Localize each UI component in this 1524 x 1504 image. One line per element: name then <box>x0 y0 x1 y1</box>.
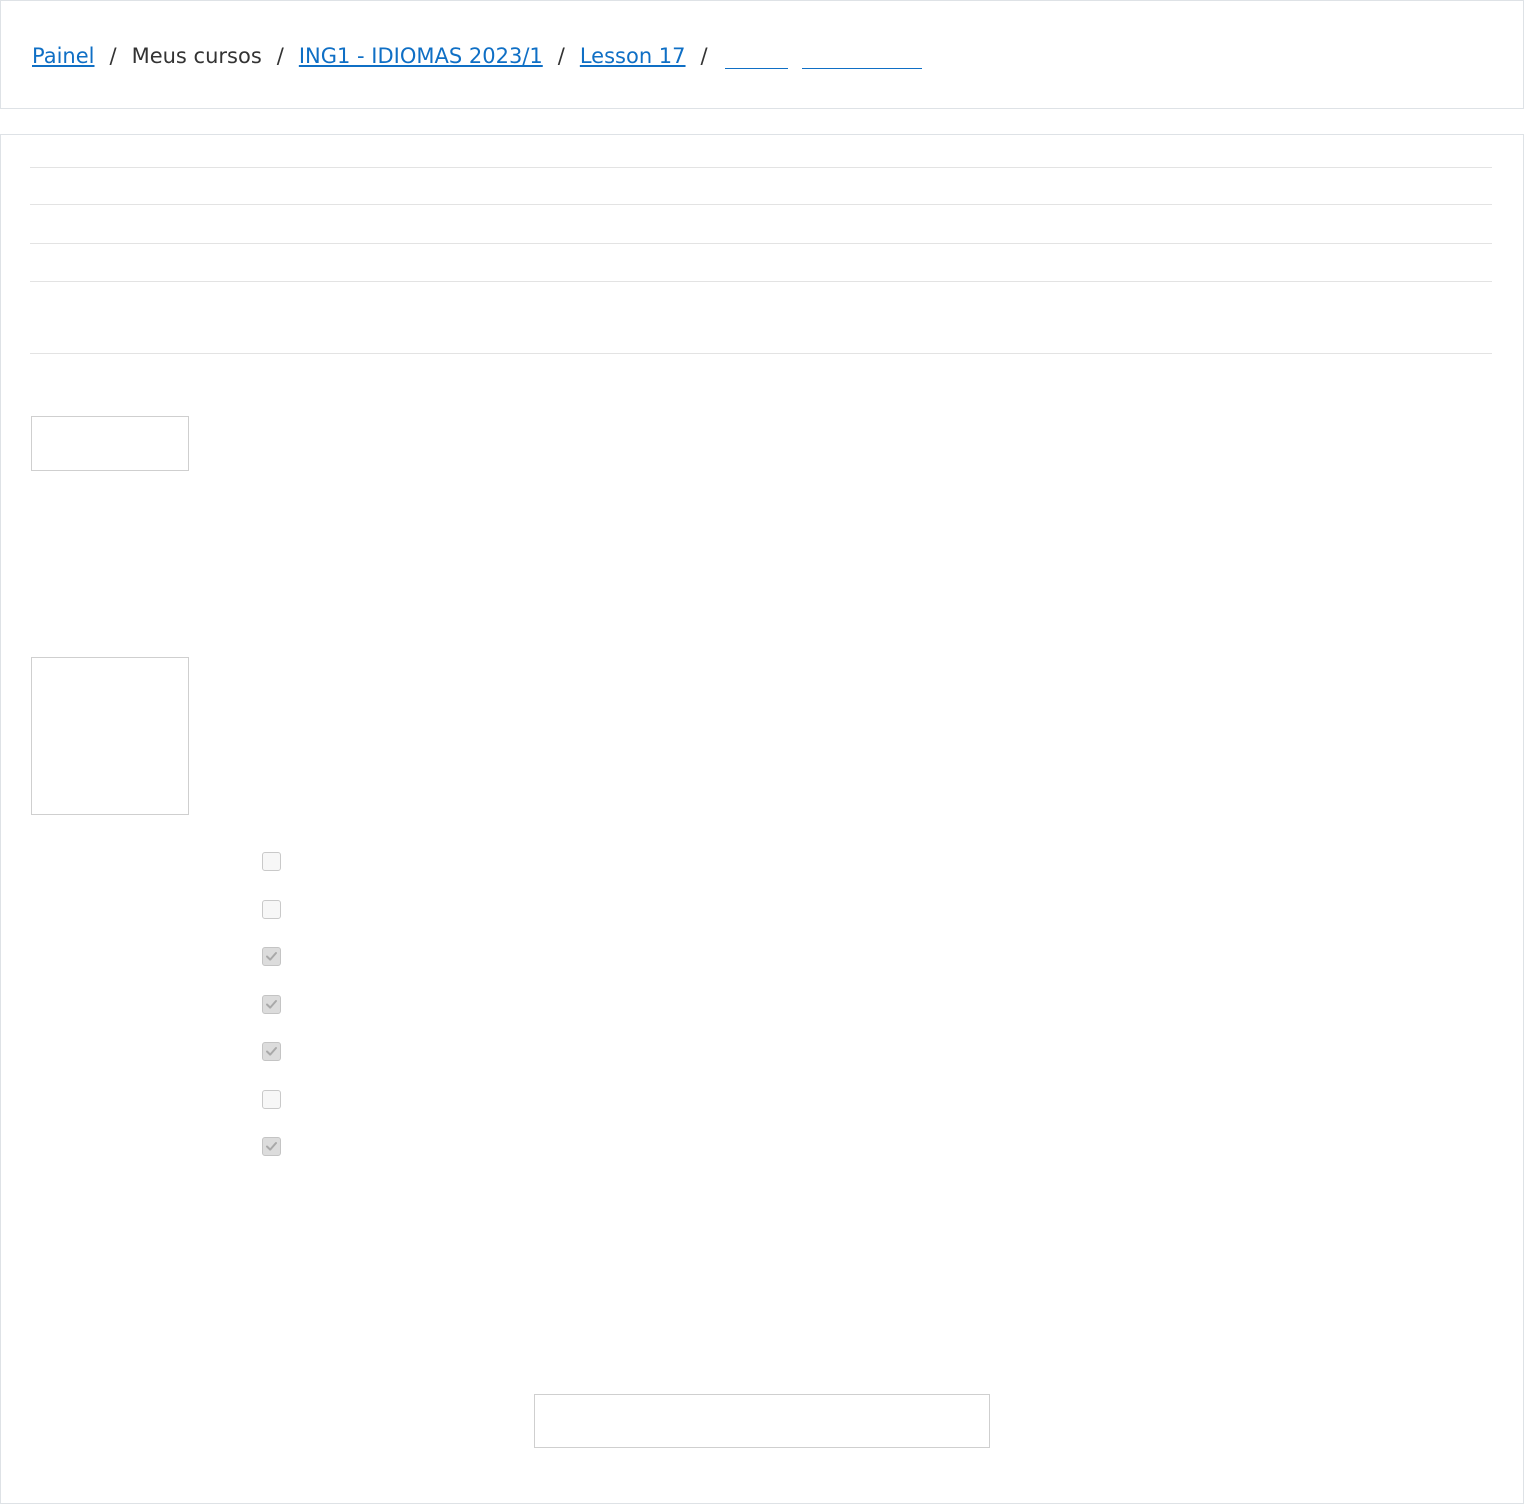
answer-checkbox[interactable] <box>262 947 281 966</box>
answer-checkbox[interactable] <box>262 900 281 919</box>
breadcrumb-separator: / <box>109 44 117 68</box>
check-icon <box>266 1142 277 1151</box>
divider <box>30 204 1492 205</box>
breadcrumb-link-course[interactable]: ING1 - IDIOMAS 2023/1 <box>299 44 543 68</box>
breadcrumb: Painel / Meus cursos / ING1 - IDIOMAS 20… <box>32 40 922 72</box>
navigation-button[interactable] <box>534 1394 990 1448</box>
answer-checkbox[interactable] <box>262 995 281 1014</box>
divider <box>30 243 1492 244</box>
check-icon <box>266 952 277 961</box>
divider <box>30 167 1492 168</box>
check-icon <box>266 1000 277 1009</box>
answer-checkbox[interactable] <box>262 1137 281 1156</box>
breadcrumb-link-painel[interactable]: Painel <box>32 44 95 68</box>
answer-checkbox[interactable] <box>262 1042 281 1061</box>
question-info-box <box>31 657 189 815</box>
breadcrumb-item-meus-cursos: Meus cursos <box>131 44 262 68</box>
breadcrumb-separator: / <box>276 44 284 68</box>
main-content-card <box>0 134 1524 1504</box>
info-box <box>31 416 189 471</box>
divider <box>30 353 1492 354</box>
breadcrumb-separator: / <box>557 44 565 68</box>
breadcrumb-link-blank[interactable] <box>724 44 788 69</box>
breadcrumb-link-blank[interactable] <box>801 44 922 69</box>
divider <box>30 281 1492 282</box>
breadcrumb-separator: / <box>700 44 708 68</box>
breadcrumb-link-lesson[interactable]: Lesson 17 <box>580 44 686 68</box>
check-icon <box>266 1047 277 1056</box>
answer-checkbox[interactable] <box>262 1090 281 1109</box>
answer-checkbox[interactable] <box>262 852 281 871</box>
breadcrumb-card: Painel / Meus cursos / ING1 - IDIOMAS 20… <box>0 0 1524 109</box>
